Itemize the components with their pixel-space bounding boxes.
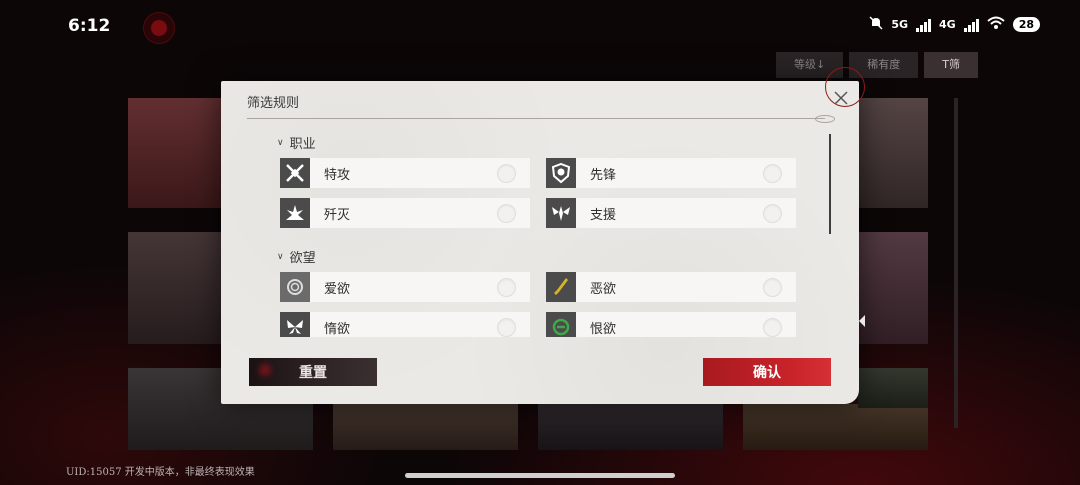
bg-character-card [858,232,928,344]
network-4g-label: 4G [939,18,956,31]
option-label: 惰欲 [324,321,351,337]
group-label: 欲望 [289,251,316,266]
helmet-shield-icon [546,158,576,188]
game-emblem-icon [143,12,175,44]
chevron-down-icon: ∨ [277,137,284,148]
option-radio[interactable] [763,163,782,183]
chevron-down-icon: ∨ [277,251,284,262]
option-henyu[interactable]: 恨欲 [546,312,796,337]
rose-icon [280,272,310,302]
bg-character-card [128,98,223,208]
bg-tab-filter: T筛 [924,52,978,78]
uid-notice: UID:15057 开发中版本，非最终表现效果 [66,467,255,478]
close-button[interactable] [831,88,851,108]
dialog-title: 筛选规则 [247,96,300,111]
close-icon [834,91,848,105]
explosion-icon [280,198,310,228]
bg-character-card [333,404,518,450]
signal-icon [916,18,931,32]
wifi-icon [987,16,1005,33]
option-radio[interactable] [763,277,782,297]
option-label: 恶欲 [590,281,617,297]
mute-icon [869,16,883,33]
dagger-icon [546,272,576,302]
background-sort-tabs: 等级↓ 稀有度 T筛 [776,52,978,78]
option-radio[interactable] [497,317,516,337]
option-radio[interactable] [497,277,516,297]
status-icons: 5G 4G 28 [869,16,1040,33]
option-label: 支援 [590,207,617,223]
option-label: 爱欲 [324,281,351,297]
option-duoyu[interactable]: 惰欲 [280,312,530,337]
option-radio[interactable] [763,203,782,223]
option-eyu[interactable]: 恶欲 [546,272,796,302]
bg-character-card [858,98,928,208]
option-tegong[interactable]: 特攻 [280,158,530,188]
bg-character-card [538,404,723,450]
option-radio[interactable] [763,317,782,337]
side-notch [859,315,865,327]
filter-options-area[interactable]: ∨ 职业 特攻 先锋 歼灭 支援 ∨ 欲望 爱欲 恶欲 惰欲 恨欲 [247,126,829,337]
status-time: 6:12 [68,16,111,36]
serpent-icon [546,312,576,337]
option-jianmie[interactable]: 歼灭 [280,198,530,228]
option-aiyu[interactable]: 爱欲 [280,272,530,302]
group-header-desire[interactable]: ∨ 欲望 [277,247,316,266]
bg-character-card [128,232,223,344]
winged-star-icon [546,198,576,228]
group-label: 职业 [289,137,316,152]
network-5g-label: 5G [891,18,908,31]
group-header-class[interactable]: ∨ 职业 [277,133,316,152]
butterfly-icon [280,312,310,337]
reset-button[interactable]: 重置 [249,358,377,386]
option-label: 特攻 [324,167,351,183]
option-label: 歼灭 [324,207,351,223]
option-radio[interactable] [497,203,516,223]
bg-character-card [858,368,928,408]
filter-dialog: 筛选规则 ∨ 职业 特攻 先锋 歼灭 支援 ∨ 欲望 爱欲 恶欲 惰欲 恨欲 重… [221,67,865,404]
bg-scrollbar [954,98,958,428]
home-indicator[interactable] [405,473,675,478]
option-label: 先锋 [590,167,617,183]
options-scrollbar[interactable] [829,134,831,234]
option-xianfeng[interactable]: 先锋 [546,158,796,188]
option-radio[interactable] [497,163,516,183]
confirm-button[interactable]: 确认 [703,358,831,386]
signal-icon [963,18,979,32]
option-label: 恨欲 [590,321,617,337]
bg-character-card [743,404,928,450]
title-divider [247,115,835,123]
battery-icon: 28 [1012,17,1040,32]
crossed-blades-icon [280,158,310,188]
option-zhiyuan[interactable]: 支援 [546,198,796,228]
